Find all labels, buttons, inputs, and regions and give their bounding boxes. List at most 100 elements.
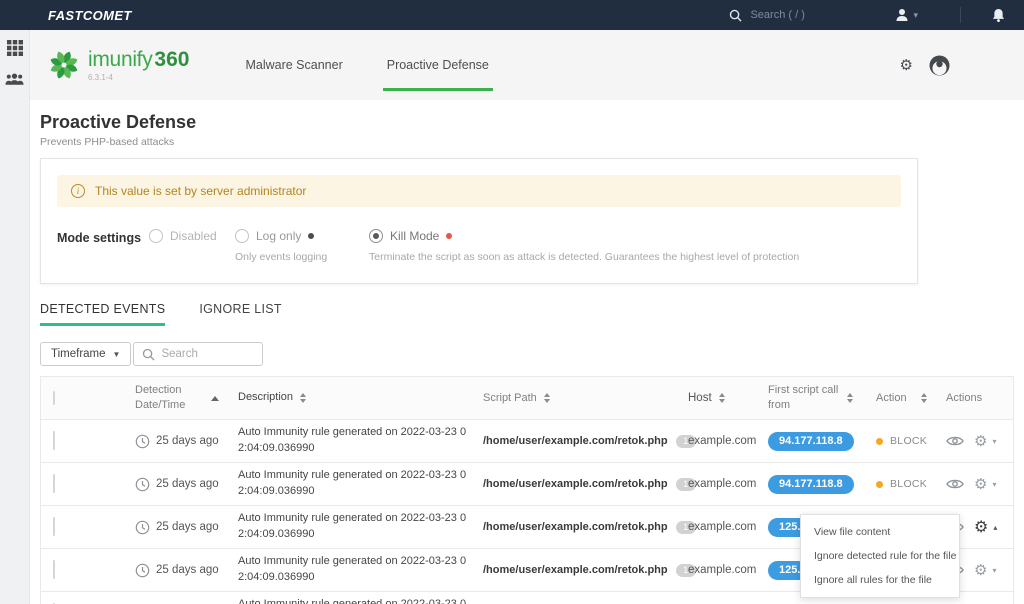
host: example.com <box>688 478 768 490</box>
mode-option-kill-mode: Kill Mode Terminate the script as soon a… <box>369 229 799 263</box>
view-eye-icon[interactable] <box>946 435 964 447</box>
host: example.com <box>688 435 768 447</box>
timeframe-dropdown[interactable]: Timeframe ▼ <box>40 342 131 366</box>
action-label: BLOCK <box>890 478 927 490</box>
chevron-down-icon[interactable]: ▾ <box>992 566 996 575</box>
chevron-down-icon: ▼ <box>113 350 121 359</box>
column-description[interactable]: Description <box>238 390 469 406</box>
menu-item-view-file-content[interactable]: View file content <box>801 520 959 544</box>
menu-item-ignore-all-rules[interactable]: Ignore all rules for the file <box>801 568 959 592</box>
topbar-right: ▾ <box>729 7 1010 23</box>
column-label: Host <box>688 392 712 404</box>
column-first-call[interactable]: First script call from <box>768 383 868 413</box>
tab-malware-scanner[interactable]: Malware Scanner <box>223 30 364 100</box>
apps-grid-icon[interactable] <box>7 40 23 56</box>
row-context-menu: View file content Ignore detected rule f… <box>800 514 960 598</box>
column-label: Detection Date/Time <box>135 383 197 413</box>
clock-icon <box>135 520 150 535</box>
row-menu-gear-icon-open[interactable]: ⚙ <box>974 519 988 535</box>
mode-option-log-only: Log only Only events logging <box>235 229 355 263</box>
column-label: Action <box>876 392 907 404</box>
tab-label: Proactive Defense <box>387 58 489 72</box>
script-path: /home/user/example.com/retok.php <box>483 435 668 447</box>
user-menu[interactable]: ▾ <box>895 8 918 22</box>
column-label: Actions <box>946 392 982 404</box>
admin-notice-banner: i This value is set by server administra… <box>57 175 901 207</box>
events-tabs: DETECTED EVENTS IGNORE LIST <box>40 302 1024 326</box>
radio-disabled[interactable] <box>149 229 163 243</box>
column-action[interactable]: Action <box>868 392 940 404</box>
tab-detected-events[interactable]: DETECTED EVENTS <box>40 302 165 326</box>
chevron-down-icon[interactable]: ▾ <box>992 480 996 489</box>
option-description: Only events logging <box>235 251 355 263</box>
notifications-button[interactable] <box>991 8 1006 23</box>
table-row: 25 days ago Auto Immunity rule generated… <box>41 420 1013 463</box>
tab-ignore-list[interactable]: IGNORE LIST <box>199 302 281 326</box>
imunify-header: imunify 360 6.3.1-4 Malware Scanner Proa… <box>30 30 1024 100</box>
search-icon <box>142 348 155 361</box>
radio-log-only[interactable] <box>235 229 249 243</box>
column-host[interactable]: Host <box>688 392 768 404</box>
user-icon <box>895 8 909 22</box>
settings-gear-icon[interactable]: ⚙ <box>900 58 913 73</box>
topbar: FASTCOMET ▾ <box>0 0 1024 30</box>
menu-item-ignore-detected-rule[interactable]: Ignore detected rule for the file <box>801 544 959 568</box>
chevron-up-icon[interactable]: ▴ <box>993 523 997 532</box>
search-icon <box>729 9 742 22</box>
column-label: First script call from <box>768 383 840 413</box>
event-description: Auto Immunity rule generated on 2022-03-… <box>238 511 483 543</box>
search-input[interactable] <box>750 9 860 21</box>
sort-icon <box>921 393 927 404</box>
tab-proactive-defense[interactable]: Proactive Defense <box>365 30 511 100</box>
chevron-down-icon: ▾ <box>913 10 918 21</box>
script-path: /home/user/example.com/retok.php <box>483 564 668 576</box>
bell-icon <box>991 8 1006 23</box>
row-menu-gear-icon[interactable]: ⚙ <box>974 563 987 578</box>
row-menu-gear-icon[interactable]: ⚙ <box>974 434 987 449</box>
row-checkbox[interactable] <box>53 474 55 493</box>
version-label: 6.3.1-4 <box>88 73 189 82</box>
source-ip-badge[interactable]: 94.177.118.8 <box>768 432 854 451</box>
column-script-path[interactable]: Script Path <box>483 392 550 404</box>
row-menu-gear-icon[interactable]: ⚙ <box>974 477 987 492</box>
clock-icon <box>135 434 150 449</box>
tab-label: Malware Scanner <box>245 58 342 72</box>
radio-label: Log only <box>256 229 301 243</box>
column-label: Description <box>238 390 293 406</box>
detection-time: 25 days ago <box>156 435 219 447</box>
events-search[interactable] <box>133 342 263 366</box>
imunify-pinwheel-icon <box>48 49 80 81</box>
row-checkbox[interactable] <box>53 517 55 536</box>
left-sidebar <box>0 30 30 604</box>
users-group-icon[interactable] <box>5 72 24 87</box>
avatar-icon[interactable] <box>929 55 950 76</box>
clock-icon <box>135 477 150 492</box>
imunify-logo: imunify 360 6.3.1-4 <box>48 48 189 82</box>
clock-icon <box>135 563 150 578</box>
mode-option-disabled: Disabled <box>149 229 221 263</box>
row-checkbox[interactable] <box>53 431 55 450</box>
row-checkbox[interactable] <box>53 560 55 579</box>
events-search-input[interactable] <box>161 348 251 360</box>
timeframe-label: Timeframe <box>51 348 106 360</box>
event-description: Auto Immunity rule generated on 2022-03-… <box>238 597 483 604</box>
mode-settings-label: Mode settings <box>57 229 149 263</box>
radio-kill-mode[interactable] <box>369 229 383 243</box>
active-tab-underline <box>383 88 493 91</box>
block-status-dot <box>876 438 883 445</box>
topbar-search[interactable] <box>729 9 879 22</box>
detection-time: 25 days ago <box>156 564 219 576</box>
column-label: Script Path <box>483 392 537 404</box>
host: example.com <box>688 564 768 576</box>
event-description: Auto Immunity rule generated on 2022-03-… <box>238 554 483 586</box>
select-all-checkbox[interactable] <box>53 391 55 405</box>
sort-icon <box>719 393 725 404</box>
source-ip-badge[interactable]: 94.177.118.8 <box>768 475 854 494</box>
kill-mode-status-dot <box>446 233 452 239</box>
table-header-row: Detection Date/Time Description Script P… <box>41 377 1013 420</box>
chevron-down-icon[interactable]: ▾ <box>992 437 996 446</box>
fastcomet-logo: FASTCOMET <box>48 8 132 23</box>
view-eye-icon[interactable] <box>946 478 964 490</box>
event-description: Auto Immunity rule generated on 2022-03-… <box>238 425 483 457</box>
column-detection-date[interactable]: Detection Date/Time <box>126 383 238 413</box>
